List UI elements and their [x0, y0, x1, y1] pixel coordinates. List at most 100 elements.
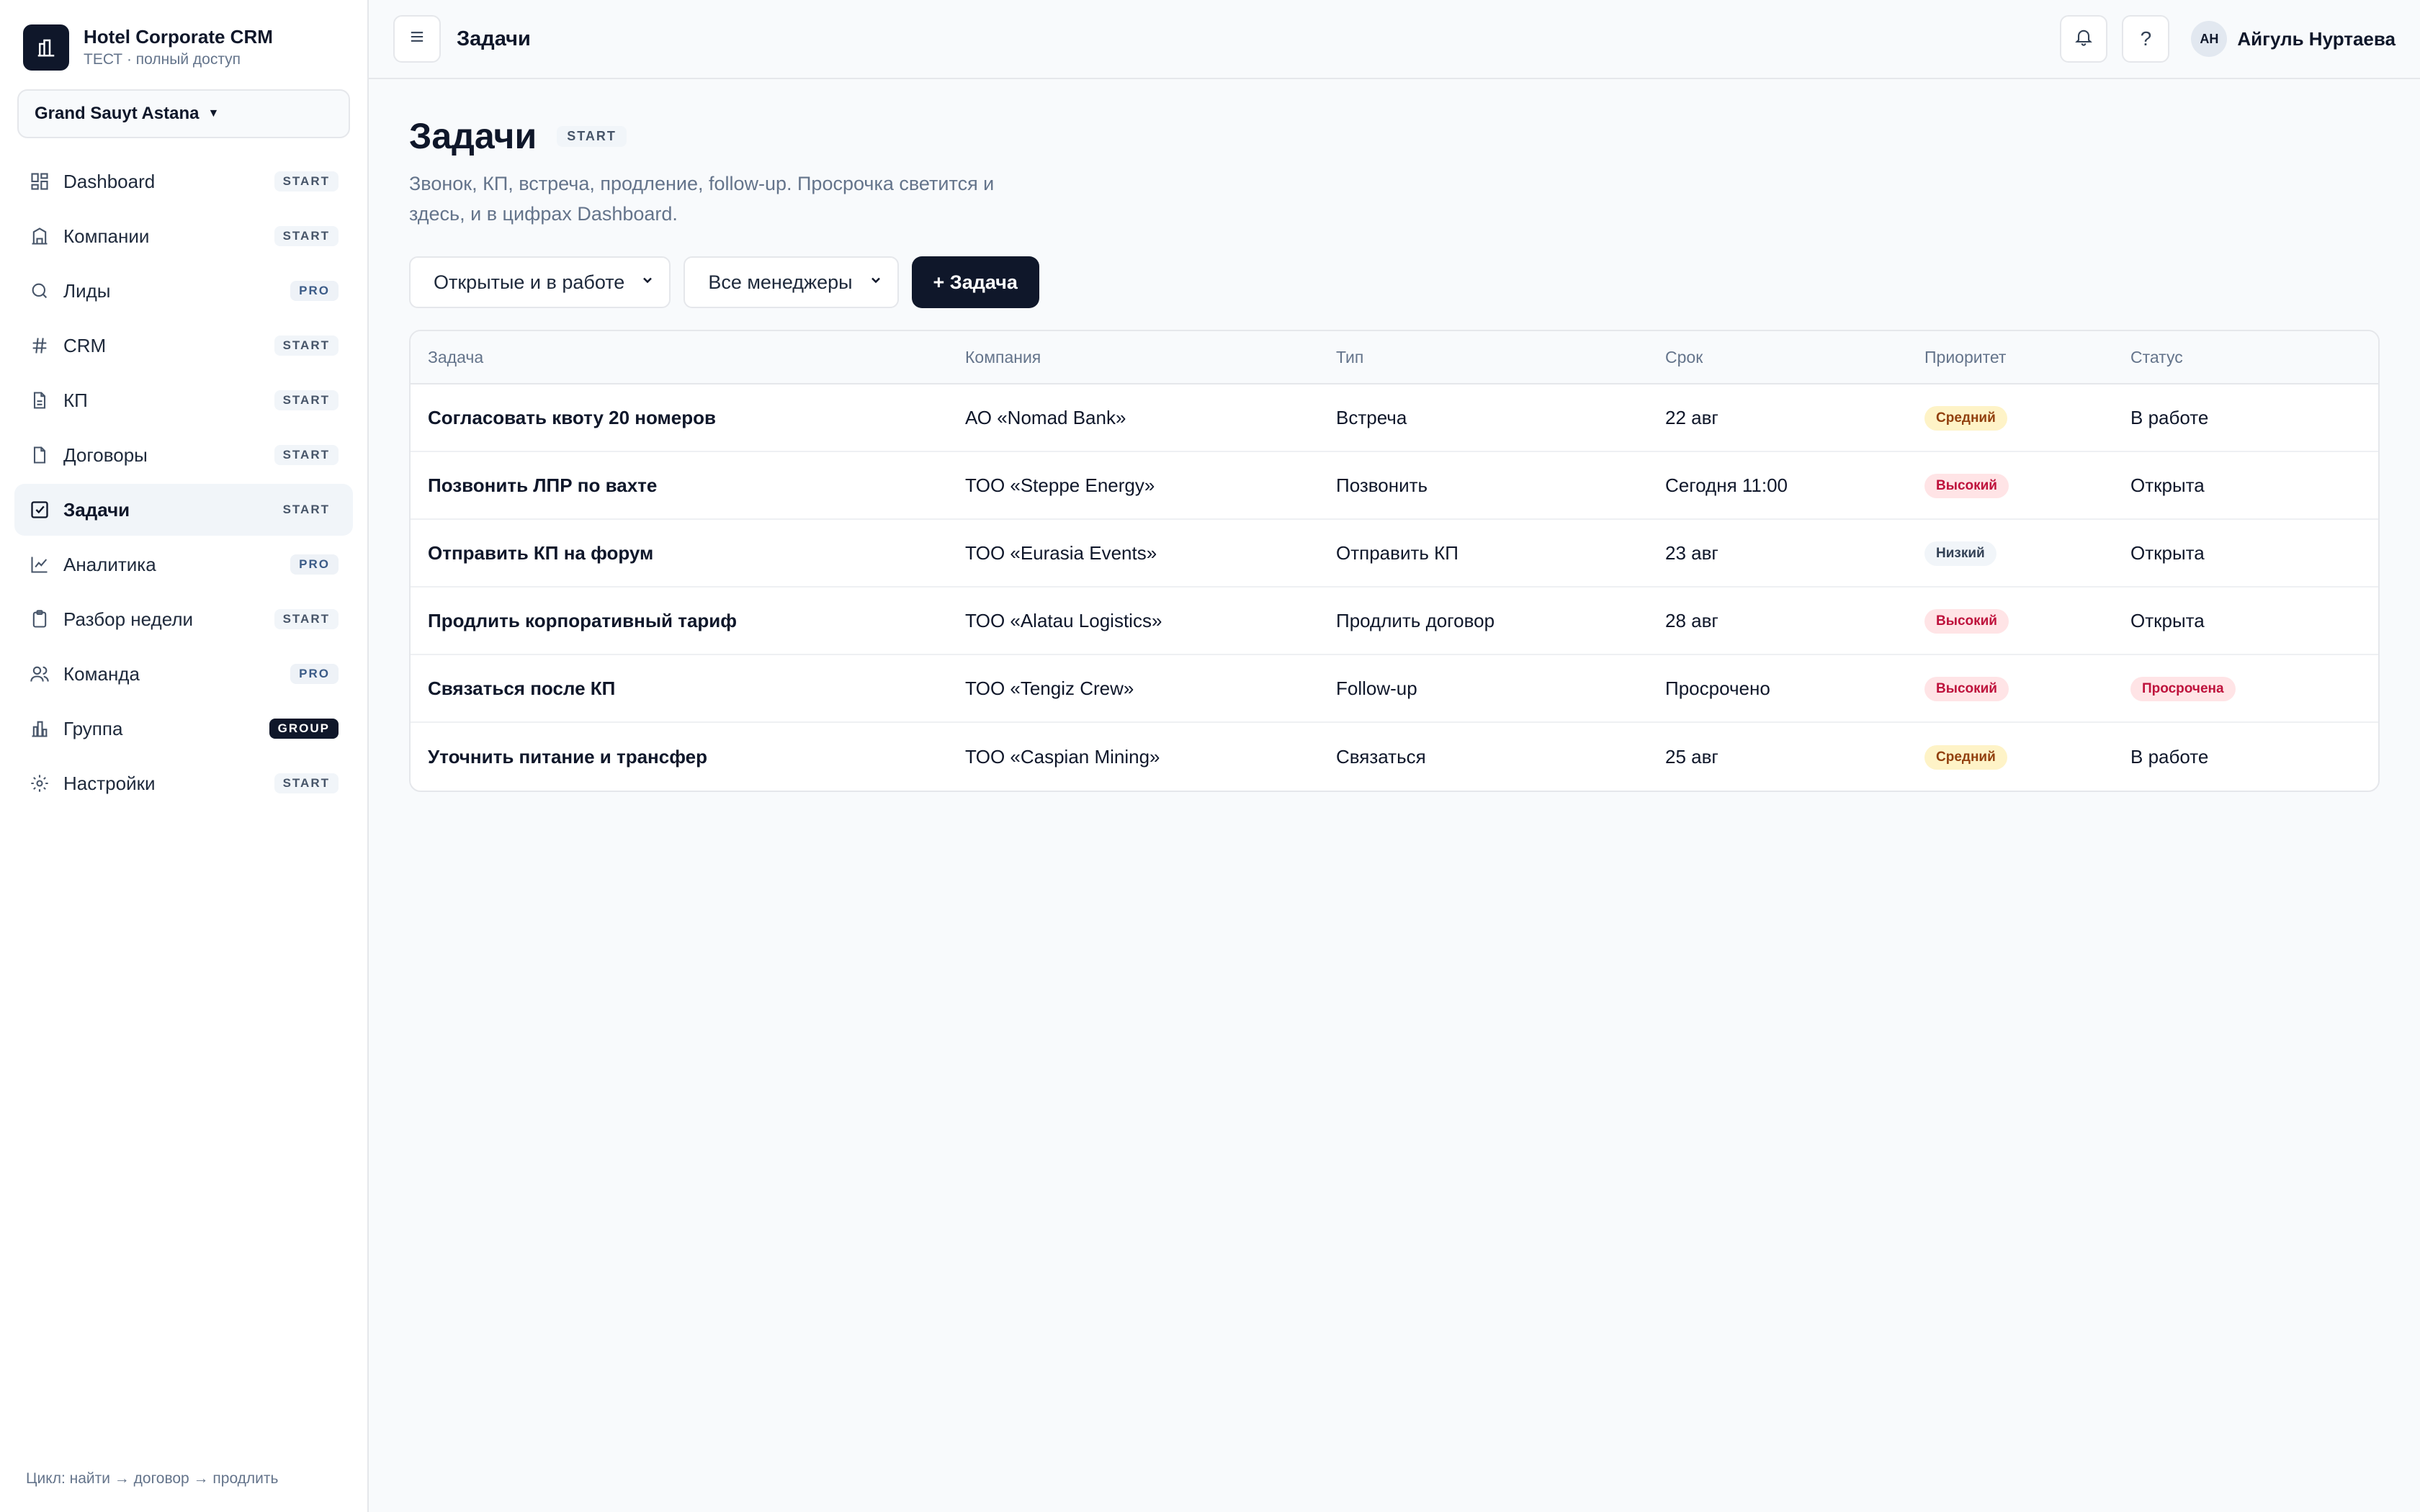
hotel-selector-value: Grand Sauyt Astana: [35, 104, 200, 123]
plan-badge: PRO: [290, 554, 339, 575]
plan-badge: GROUP: [269, 719, 339, 739]
avatar: АН: [2191, 21, 2228, 57]
plan-badge: START: [274, 609, 339, 629]
table-row[interactable]: Уточнить питание и трансфер ТОО «Caspian…: [411, 723, 2378, 791]
sidebar-item-companies[interactable]: Компании START: [14, 210, 353, 262]
sidebar-item-settings[interactable]: Настройки START: [14, 757, 353, 809]
sidebar: Hotel Corporate CRM ТЕСТ · полный доступ…: [0, 0, 369, 1512]
sidebar-item-group[interactable]: Группа GROUP: [14, 703, 353, 755]
sidebar-item-label: Договоры: [63, 444, 148, 466]
task-status: Открыта: [2130, 609, 2205, 631]
sidebar-item-label: Dashboard: [63, 170, 156, 192]
help-button[interactable]: ?: [2122, 15, 2170, 63]
task-status: В работе: [2130, 745, 2209, 768]
tasks-table: Задача Компания Тип Срок Приоритет Стату…: [409, 330, 2380, 792]
task-name[interactable]: Согласовать квоту 20 номеров: [411, 407, 965, 429]
user-name: Айгуль Нуртаева: [2237, 27, 2396, 50]
bell-icon: [2074, 27, 2094, 52]
task-name[interactable]: Связаться после КП: [411, 678, 965, 700]
table-row[interactable]: Отправить КП на форум ТОО «Eurasia Event…: [411, 520, 2378, 588]
building-icon: [29, 225, 50, 247]
search-icon: [29, 280, 50, 302]
sidebar-item-crm[interactable]: CRM START: [14, 320, 353, 372]
sidebar-item-analytics[interactable]: Аналитика PRO: [14, 539, 353, 590]
chevron-down-icon: [640, 273, 655, 292]
sidebar-item-tasks[interactable]: Задачи START: [14, 484, 353, 536]
dashboard-icon: [29, 171, 50, 192]
task-type: Follow-up: [1336, 677, 1417, 699]
sidebar-item-label: Компании: [63, 225, 150, 247]
column-header-due[interactable]: Срок: [1665, 348, 1924, 367]
plan-badge: PRO: [290, 281, 339, 301]
column-header-priority[interactable]: Приоритет: [1924, 348, 2130, 367]
plan-badge: START: [274, 226, 339, 246]
sidebar-item-label: Аналитика: [63, 553, 156, 575]
sidebar-item-label: Разбор недели: [63, 608, 194, 630]
sidebar-item-label: КП: [63, 389, 88, 411]
task-name[interactable]: Отправить КП на форум: [411, 542, 965, 564]
task-company: ТОО «Steppe Energy»: [965, 474, 1155, 496]
topbar-title: Задачи: [457, 27, 531, 50]
plan-badge: START: [557, 125, 627, 147]
sidebar-footer: Цикл: найти → договор → продлить: [26, 1470, 279, 1487]
task-due: Просрочено: [1665, 677, 1770, 699]
task-status: Открыта: [2130, 474, 2205, 496]
add-task-button[interactable]: + Задача: [911, 256, 1039, 308]
task-name[interactable]: Позвонить ЛПР по вахте: [411, 474, 965, 497]
file-icon: [29, 444, 50, 466]
menu-toggle-button[interactable]: [393, 15, 441, 63]
priority-badge: Высокий: [1924, 609, 2009, 634]
column-header-task[interactable]: Задача: [411, 348, 965, 367]
priority-badge: Средний: [1924, 406, 2007, 431]
table-row[interactable]: Продлить корпоративный тариф ТОО «Alatau…: [411, 588, 2378, 655]
table-row[interactable]: Согласовать квоту 20 номеров АО «Nomad B…: [411, 384, 2378, 452]
task-company: АО «Nomad Bank»: [965, 406, 1126, 428]
task-status: В работе: [2130, 406, 2209, 428]
caret-down-icon: ▼: [207, 107, 220, 120]
priority-badge: Низкий: [1924, 541, 1996, 566]
checkbox-icon: [29, 499, 50, 521]
column-header-status[interactable]: Статус: [2130, 348, 2378, 367]
plan-badge: START: [274, 500, 339, 520]
bar-chart-icon: [29, 718, 50, 739]
task-company: ТОО «Alatau Logistics»: [965, 609, 1162, 631]
topbar: Задачи ? АН Айгуль Нуртаева: [369, 0, 2420, 79]
task-name[interactable]: Уточнить питание и трансфер: [411, 746, 965, 768]
sidebar-item-team[interactable]: Команда PRO: [14, 648, 353, 700]
app-subtitle: ТЕСТ · полный доступ: [84, 51, 241, 68]
sidebar-item-contracts[interactable]: Договоры START: [14, 429, 353, 481]
sidebar-item-weekly-review[interactable]: Разбор недели START: [14, 593, 353, 645]
table-row[interactable]: Позвонить ЛПР по вахте ТОО «Steppe Energ…: [411, 452, 2378, 520]
sidebar-item-label: Задачи: [63, 498, 130, 521]
hotel-selector[interactable]: Grand Sauyt Astana ▼: [17, 89, 350, 138]
user-menu[interactable]: АН Айгуль Нуртаева: [2191, 21, 2396, 57]
task-company: ТОО «Eurasia Events»: [965, 541, 1157, 564]
hash-icon: [29, 335, 50, 356]
sidebar-item-leads[interactable]: Лиды PRO: [14, 265, 353, 317]
priority-badge: Высокий: [1924, 677, 2009, 701]
manager-filter-select[interactable]: Все менеджеры: [684, 256, 899, 308]
menu-icon: [407, 27, 427, 52]
sidebar-item-dashboard[interactable]: Dashboard START: [14, 156, 353, 207]
column-header-type[interactable]: Тип: [1336, 348, 1665, 367]
plan-badge: PRO: [290, 664, 339, 684]
sidebar-item-label: CRM: [63, 334, 107, 356]
app-title: Hotel Corporate CRM: [84, 26, 273, 48]
priority-badge: Высокий: [1924, 474, 2009, 498]
plan-badge: START: [274, 171, 339, 192]
sidebar-item-label: Настройки: [63, 772, 156, 794]
main: Задачи ? АН Айгуль Нуртаева Задачи START…: [369, 0, 2420, 1512]
notifications-button[interactable]: [2060, 15, 2108, 63]
status-filter-select[interactable]: Открытые и в работе: [409, 256, 671, 308]
task-due: Сегодня 11:00: [1665, 474, 1788, 496]
settings-icon: [29, 773, 50, 794]
sidebar-item-proposals[interactable]: КП START: [14, 374, 353, 426]
page-description: Звонок, КП, встреча, продление, follow-u…: [409, 173, 995, 225]
task-type: Позвонить: [1336, 474, 1428, 496]
table-row[interactable]: Связаться после КП ТОО «Tengiz Crew» Fol…: [411, 655, 2378, 723]
column-header-company[interactable]: Компания: [965, 348, 1336, 367]
task-name[interactable]: Продлить корпоративный тариф: [411, 610, 965, 632]
task-company: ТОО «Caspian Mining»: [965, 745, 1160, 768]
status-filter-value: Открытые и в работе: [434, 271, 625, 293]
plan-badge: START: [274, 390, 339, 410]
